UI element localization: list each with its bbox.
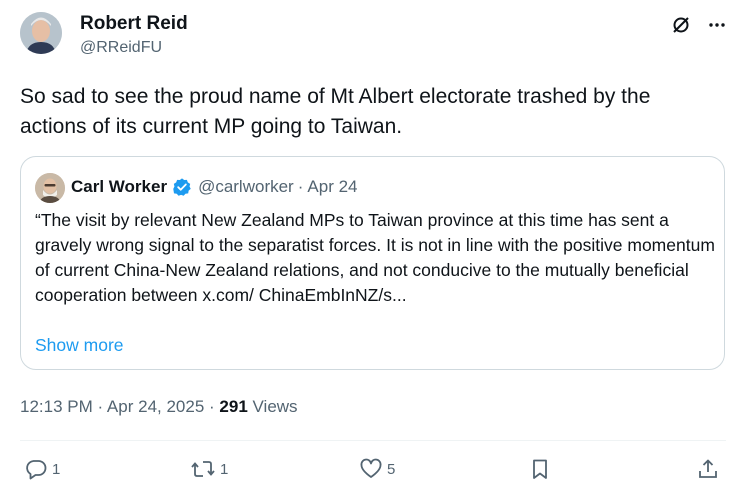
tweet-text: So sad to see the proud name of Mt Alber… (20, 85, 651, 138)
quote-header: Carl Worker @carlworker · Apr 24 (71, 176, 358, 198)
meta-separator: · (204, 397, 220, 416)
reply-icon (24, 457, 48, 481)
top-right-icons (670, 14, 728, 36)
bookmark-button[interactable] (528, 457, 552, 481)
tweet-timestamp[interactable]: 12:13 PM · Apr 24, 2025 (20, 397, 204, 416)
views-label: Views (247, 397, 298, 416)
action-bar: 1 1 5 (24, 457, 722, 483)
quote-date[interactable]: Apr 24 (307, 176, 357, 198)
show-more-link[interactable]: Show more (35, 333, 124, 357)
share-icon (696, 457, 720, 481)
quote-avatar-image (35, 173, 65, 203)
like-button[interactable]: 5 (359, 457, 395, 481)
quoted-tweet[interactable]: Carl Worker @carlworker · Apr 24 “The vi… (20, 156, 725, 370)
reply-count: 1 (52, 460, 61, 478)
grok-icon[interactable] (670, 14, 692, 36)
author-block[interactable]: Robert Reid @RReidFU (80, 13, 188, 59)
reply-button[interactable]: 1 (24, 457, 60, 481)
author-avatar[interactable] (20, 12, 62, 54)
quote-author-name[interactable]: Carl Worker (71, 176, 167, 198)
quote-separator: · (297, 177, 304, 196)
repost-count: 1 (220, 460, 229, 478)
quote-avatar[interactable] (35, 173, 65, 203)
author-name[interactable]: Robert Reid (80, 13, 188, 35)
divider (20, 440, 726, 441)
quote-text: “The visit by relevant New Zealand MPs t… (35, 210, 715, 305)
author-handle[interactable]: @RReidFU (80, 37, 188, 59)
views-count: 291 (219, 397, 248, 416)
like-count: 5 (387, 460, 396, 478)
author-avatar-image (20, 12, 62, 54)
quote-author-handle[interactable]: @carlworker (198, 176, 294, 198)
tweet-meta: 12:13 PM · Apr 24, 2025 · 291 Views (20, 396, 298, 418)
repost-icon (190, 457, 216, 481)
share-button[interactable] (696, 457, 720, 481)
bookmark-icon (528, 457, 552, 481)
more-icon[interactable] (706, 14, 728, 36)
like-icon (359, 457, 383, 481)
verified-badge-icon (172, 177, 192, 197)
repost-button[interactable]: 1 (190, 457, 228, 481)
